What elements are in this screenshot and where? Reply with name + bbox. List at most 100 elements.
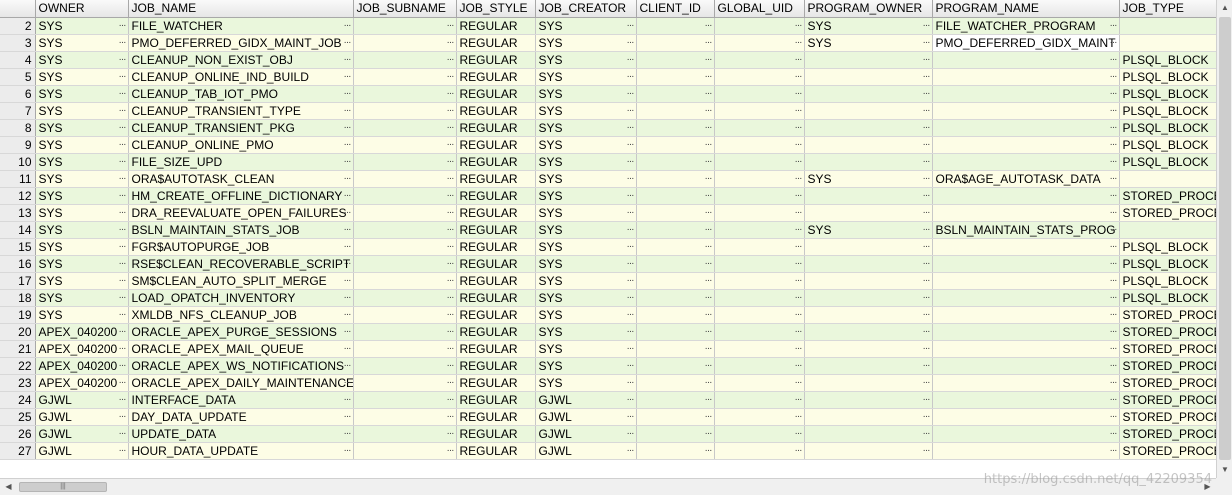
cell-editor-ellipsis-icon[interactable]: ··· bbox=[344, 171, 352, 187]
cell-editor-ellipsis-icon[interactable]: ··· bbox=[705, 137, 713, 153]
cell-editor-ellipsis-icon[interactable]: ··· bbox=[1110, 273, 1118, 289]
cell-client-id[interactable]: ··· bbox=[636, 272, 715, 290]
cell-owner[interactable]: APEX_040200 ··· bbox=[35, 357, 129, 375]
cell-job-type[interactable]: PLSQL_BLOCK bbox=[1119, 51, 1216, 69]
cell-editor-ellipsis-icon[interactable]: ··· bbox=[923, 18, 931, 34]
cell-program-owner[interactable]: ··· bbox=[804, 255, 933, 273]
cell-editor-ellipsis-icon[interactable]: ··· bbox=[119, 426, 127, 442]
cell-editor-ellipsis-icon[interactable]: ··· bbox=[119, 18, 127, 34]
cell-job-name[interactable]: FILE_WATCHER ··· bbox=[128, 17, 354, 35]
cell-owner[interactable]: SYS ··· bbox=[35, 187, 129, 205]
cell-job-style[interactable]: REGULAR bbox=[456, 442, 536, 460]
cell-job-type[interactable] bbox=[1119, 221, 1216, 239]
cell-program-owner[interactable]: ··· bbox=[804, 85, 933, 103]
cell-editor-ellipsis-icon[interactable]: ··· bbox=[627, 290, 635, 306]
cell-editor-ellipsis-icon[interactable]: ··· bbox=[795, 137, 803, 153]
cell-editor-ellipsis-icon[interactable]: ··· bbox=[1110, 35, 1118, 51]
row-number[interactable]: 19 bbox=[0, 306, 36, 324]
table-row[interactable]: 12 SYS ··· HM_CREATE_OFFLINE_DICTIONARY ··· ·… bbox=[0, 187, 1216, 205]
cell-client-id[interactable]: ··· bbox=[636, 85, 715, 103]
cell-editor-ellipsis-icon[interactable]: ··· bbox=[923, 154, 931, 170]
cell-editor-ellipsis-icon[interactable]: ··· bbox=[119, 443, 127, 459]
cell-job-subname[interactable]: ··· bbox=[353, 255, 457, 273]
cell-program-owner[interactable]: ··· bbox=[804, 425, 933, 443]
cell-job-name[interactable]: CLEANUP_ONLINE_PMO ··· bbox=[128, 136, 354, 154]
cell-editor-ellipsis-icon[interactable]: ··· bbox=[1110, 341, 1118, 357]
row-number[interactable]: 11 bbox=[0, 170, 36, 188]
cell-job-type[interactable] bbox=[1119, 34, 1216, 52]
cell-job-subname[interactable]: ··· bbox=[353, 425, 457, 443]
cell-editor-ellipsis-icon[interactable]: ··· bbox=[344, 52, 352, 68]
cell-job-style[interactable]: REGULAR bbox=[456, 102, 536, 120]
cell-editor-ellipsis-icon[interactable]: ··· bbox=[447, 52, 455, 68]
cell-editor-ellipsis-icon[interactable]: ··· bbox=[344, 256, 352, 272]
cell-editor-ellipsis-icon[interactable]: ··· bbox=[627, 273, 635, 289]
cell-program-name[interactable]: PMO_DEFERRED_GIDX_MAINT ··· bbox=[932, 34, 1120, 52]
cell-global-uid[interactable]: ··· bbox=[714, 255, 805, 273]
cell-editor-ellipsis-icon[interactable]: ··· bbox=[447, 35, 455, 51]
cell-program-name[interactable]: ··· bbox=[932, 391, 1120, 409]
cell-job-creator[interactable]: GJWL ··· bbox=[535, 425, 637, 443]
cell-owner[interactable]: APEX_040200 ··· bbox=[35, 323, 129, 341]
cell-job-type[interactable]: STORED_PROCED bbox=[1119, 391, 1216, 409]
cell-owner[interactable]: GJWL ··· bbox=[35, 391, 129, 409]
cell-client-id[interactable]: ··· bbox=[636, 442, 715, 460]
cell-job-type[interactable]: STORED_PROCED bbox=[1119, 357, 1216, 375]
cell-editor-ellipsis-icon[interactable]: ··· bbox=[795, 307, 803, 323]
cell-job-name[interactable]: UPDATE_DATA ··· bbox=[128, 425, 354, 443]
cell-global-uid[interactable]: ··· bbox=[714, 51, 805, 69]
cell-owner[interactable]: SYS ··· bbox=[35, 85, 129, 103]
cell-job-creator[interactable]: GJWL ··· bbox=[535, 391, 637, 409]
cell-job-style[interactable]: REGULAR bbox=[456, 238, 536, 256]
cell-program-name[interactable]: ··· bbox=[932, 153, 1120, 171]
cell-client-id[interactable]: ··· bbox=[636, 204, 715, 222]
results-grid[interactable]: OWNER JOB_NAME JOB_SUBNAME JOB_STYLE JOB_CRE… bbox=[0, 0, 1216, 478]
cell-editor-ellipsis-icon[interactable]: ··· bbox=[344, 324, 352, 340]
cell-editor-ellipsis-icon[interactable]: ··· bbox=[447, 273, 455, 289]
cell-editor-ellipsis-icon[interactable]: ··· bbox=[119, 188, 127, 204]
cell-editor-ellipsis-icon[interactable]: ··· bbox=[447, 103, 455, 119]
cell-global-uid[interactable]: ··· bbox=[714, 340, 805, 358]
cell-editor-ellipsis-icon[interactable]: ··· bbox=[627, 256, 635, 272]
cell-editor-ellipsis-icon[interactable]: ··· bbox=[627, 18, 635, 34]
vertical-scrollbar[interactable]: ▲ ▼ bbox=[1216, 0, 1232, 478]
cell-job-style[interactable]: REGULAR bbox=[456, 204, 536, 222]
cell-editor-ellipsis-icon[interactable]: ··· bbox=[119, 222, 127, 238]
cell-program-owner[interactable]: SYS ··· bbox=[804, 17, 933, 35]
table-row[interactable]: 9 SYS ··· CLEANUP_ONLINE_PMO ··· ··· REGULAR SY… bbox=[0, 136, 1216, 154]
cell-job-style[interactable]: REGULAR bbox=[456, 85, 536, 103]
cell-editor-ellipsis-icon[interactable]: ··· bbox=[344, 307, 352, 323]
row-number[interactable]: 27 bbox=[0, 442, 36, 460]
cell-editor-ellipsis-icon[interactable]: ··· bbox=[447, 86, 455, 102]
table-row[interactable]: 15 SYS ··· FGR$AUTOPURGE_JOB ··· ··· REGULAR SY… bbox=[0, 238, 1216, 256]
cell-job-name[interactable]: XMLDB_NFS_CLEANUP_JOB ··· bbox=[128, 306, 354, 324]
cell-editor-ellipsis-icon[interactable]: ··· bbox=[923, 188, 931, 204]
cell-editor-ellipsis-icon[interactable]: ··· bbox=[1110, 358, 1118, 374]
cell-editor-ellipsis-icon[interactable]: ··· bbox=[1110, 137, 1118, 153]
cell-program-owner[interactable]: ··· bbox=[804, 391, 933, 409]
row-number[interactable]: 14 bbox=[0, 221, 36, 239]
cell-editor-ellipsis-icon[interactable]: ··· bbox=[923, 137, 931, 153]
cell-job-style[interactable]: REGULAR bbox=[456, 306, 536, 324]
cell-owner[interactable]: APEX_040200 ··· bbox=[35, 374, 129, 392]
row-number[interactable]: 3 bbox=[0, 34, 36, 52]
cell-job-subname[interactable]: ··· bbox=[353, 119, 457, 137]
cell-editor-ellipsis-icon[interactable]: ··· bbox=[795, 103, 803, 119]
row-number[interactable]: 7 bbox=[0, 102, 36, 120]
cell-owner[interactable]: SYS ··· bbox=[35, 204, 129, 222]
cell-editor-ellipsis-icon[interactable]: ··· bbox=[1110, 69, 1118, 85]
cell-global-uid[interactable]: ··· bbox=[714, 221, 805, 239]
cell-editor-ellipsis-icon[interactable]: ··· bbox=[795, 154, 803, 170]
cell-client-id[interactable]: ··· bbox=[636, 289, 715, 307]
cell-editor-ellipsis-icon[interactable]: ··· bbox=[705, 103, 713, 119]
cell-program-name[interactable]: ··· bbox=[932, 289, 1120, 307]
cell-client-id[interactable]: ··· bbox=[636, 102, 715, 120]
cell-program-owner[interactable]: ··· bbox=[804, 119, 933, 137]
table-row[interactable]: 18 SYS ··· LOAD_OPATCH_INVENTORY ··· ··· REGUL… bbox=[0, 289, 1216, 307]
cell-editor-ellipsis-icon[interactable]: ··· bbox=[447, 443, 455, 459]
cell-job-subname[interactable]: ··· bbox=[353, 170, 457, 188]
cell-program-owner[interactable]: ··· bbox=[804, 374, 933, 392]
cell-editor-ellipsis-icon[interactable]: ··· bbox=[627, 375, 635, 391]
cell-editor-ellipsis-icon[interactable]: ··· bbox=[923, 443, 931, 459]
cell-job-type[interactable]: PLSQL_BLOCK bbox=[1119, 289, 1216, 307]
